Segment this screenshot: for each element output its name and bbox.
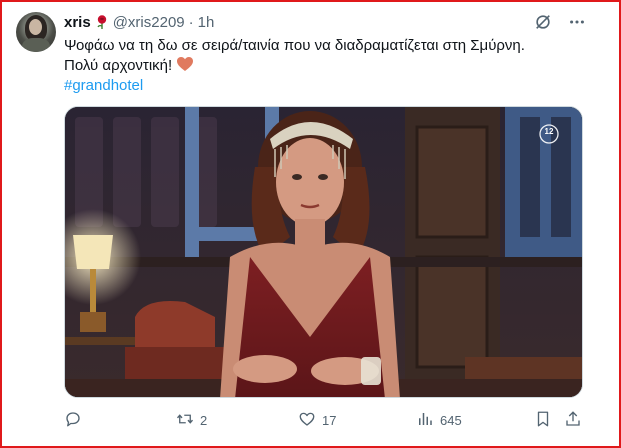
tweet-text: Ψοφάω να τη δω σε σειρά/ταινία που να δι… [64,36,584,96]
avatar-face [29,19,42,35]
retweet-button[interactable]: 2 [176,409,207,431]
tweet-top-actions [533,12,587,32]
views-count: 645 [440,412,462,428]
tweet-media[interactable]: 12 [64,106,583,398]
share-icon [564,410,582,431]
author-name[interactable]: xris [64,14,91,31]
retweet-count: 2 [200,412,208,428]
hashtag-line: #grandhotel [64,76,584,96]
bookmark-icon [534,410,552,431]
like-button[interactable]: 17 [298,409,336,431]
tweet-text-line1: Ψοφάω να τη δω σε σειρά/ταινία που να δι… [64,37,525,54]
media-still [65,107,582,397]
share-button[interactable] [564,409,582,431]
timestamp[interactable]: 1h [198,14,215,31]
grok-icon[interactable] [533,12,553,32]
orange-heart-icon [176,56,194,72]
views-icon [416,410,434,431]
like-count: 17 [322,412,337,428]
views-button[interactable]: 645 [416,409,462,431]
tweet-text-line2: Πολύ αρχοντική! [64,56,584,76]
separator-dot: · [188,13,194,31]
more-icon[interactable] [567,12,587,32]
tweet-text-line2-text: Πολύ αρχοντική! [64,57,173,74]
reply-button[interactable] [64,409,88,431]
hashtag-link[interactable]: #grandhotel [64,77,143,94]
author-handle[interactable]: @xris2209 [113,14,185,31]
reply-icon [64,410,82,431]
avatar[interactable] [16,12,56,52]
tweet-actions: 2 17 645 [64,409,584,431]
bookmark-button[interactable] [534,409,552,431]
tweet-header: xris @xris2209 · 1h [64,12,214,32]
media-rating-badge: 12 [544,127,554,136]
rose-icon [95,14,109,30]
like-icon [298,410,316,431]
retweet-icon [176,410,194,431]
avatar-body [22,38,50,52]
